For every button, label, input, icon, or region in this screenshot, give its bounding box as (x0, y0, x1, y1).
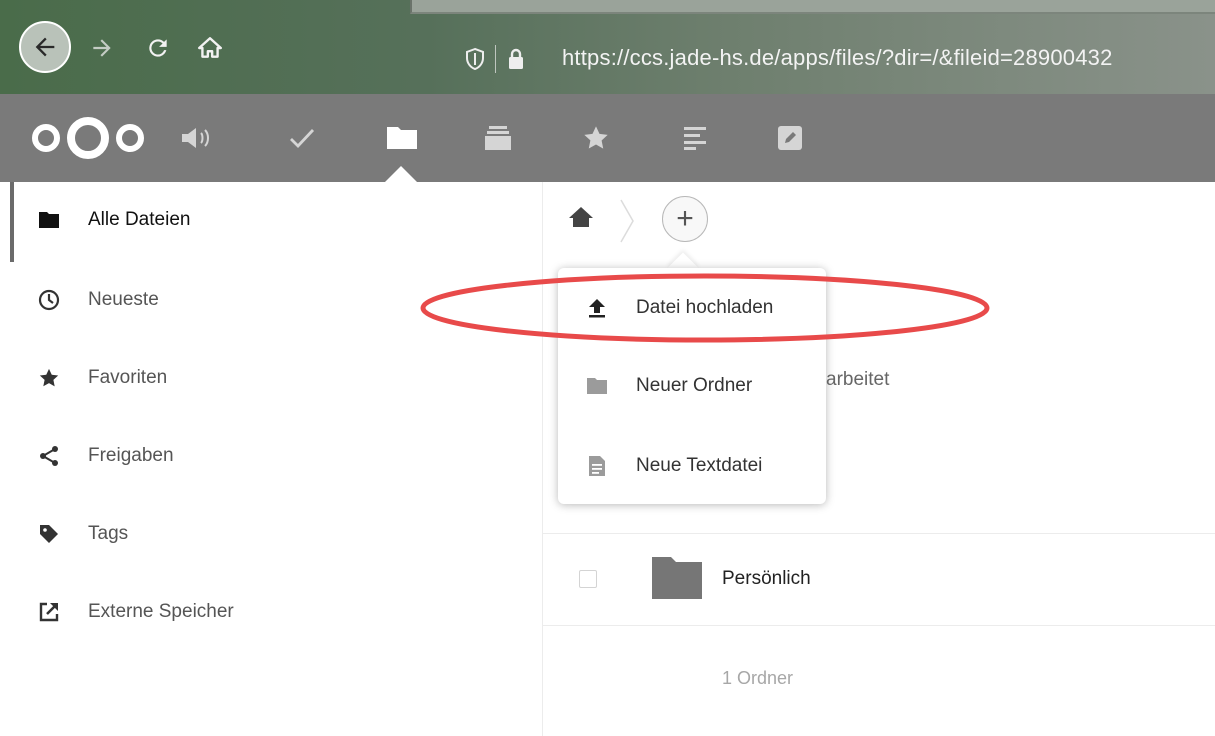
sidebar-item-label: Neueste (88, 289, 159, 310)
url-separator (495, 45, 496, 73)
row-checkbox[interactable] (579, 570, 597, 588)
reload-button[interactable] (138, 27, 178, 69)
sidebar-item-label: Alle Dateien (88, 209, 191, 230)
edit-icon[interactable] (770, 120, 810, 156)
home-icon (569, 207, 593, 227)
table-divider (543, 625, 1215, 626)
text-file-icon (584, 455, 610, 477)
notes-icon[interactable] (676, 120, 716, 156)
tag-icon (34, 523, 64, 545)
background-text: arbeitet (826, 369, 890, 390)
sidebar-item-label: Tags (88, 523, 129, 544)
files-folder-icon[interactable] (382, 120, 422, 156)
folder-icon (34, 211, 64, 229)
sidebar-item-tags[interactable]: Tags (0, 504, 540, 564)
tasks-check-icon[interactable] (282, 120, 322, 156)
url-security-icons (465, 45, 526, 73)
file-name[interactable]: Persönlich (722, 568, 811, 590)
breadcrumb-home-button[interactable] (568, 206, 594, 233)
menu-item-label: Neuer Ordner (636, 375, 753, 396)
lock-icon[interactable] (506, 47, 526, 71)
browser-tab-strip (410, 0, 1215, 14)
menu-item-label: Datei hochladen (636, 297, 774, 318)
browser-toolbar: https://ccs.jade-hs.de/apps/files/?dir=/… (0, 0, 1215, 94)
sidebar-item-external-storage[interactable]: Externe Speicher (0, 582, 540, 642)
menu-item-upload-file[interactable]: Datei hochladen (558, 278, 826, 338)
forward-button[interactable] (82, 27, 122, 69)
new-button[interactable]: + (662, 196, 708, 242)
folder-icon[interactable] (651, 556, 703, 600)
folder-count-summary: 1 Ordner (722, 668, 794, 688)
sidebar-item-label: Externe Speicher (88, 601, 234, 622)
home-icon (197, 37, 223, 58)
sidebar-item-recent[interactable]: Neueste (0, 270, 540, 330)
back-button[interactable] (19, 21, 71, 73)
menu-item-new-text-file[interactable]: Neue Textdatei (558, 436, 826, 496)
active-app-indicator (385, 166, 417, 182)
star-icon (34, 367, 64, 389)
sidebar-item-favorites[interactable]: Favoriten (0, 348, 540, 408)
share-icon (34, 445, 64, 467)
sidebar-item-all-files[interactable]: Alle Dateien (0, 190, 540, 250)
nextcloud-logo[interactable] (28, 116, 148, 160)
table-divider (543, 533, 1215, 534)
shield-icon[interactable] (465, 47, 485, 71)
sidebar-item-shares[interactable]: Freigaben (0, 426, 540, 486)
breadcrumb-separator (620, 199, 634, 243)
menu-item-new-folder[interactable]: Neuer Ordner (558, 356, 826, 416)
app-header (0, 94, 1215, 182)
upload-icon (584, 297, 610, 319)
menu-item-label: Neue Textdatei (636, 455, 763, 476)
folder-icon (584, 377, 610, 395)
favorites-star-icon[interactable] (576, 120, 616, 156)
activity-icon[interactable] (177, 120, 217, 156)
address-bar-url[interactable]: https://ccs.jade-hs.de/apps/files/?dir=/… (562, 45, 1113, 71)
deck-icon[interactable] (478, 120, 518, 156)
new-menu: Datei hochladen Neuer Ordner Neue Textda… (558, 268, 826, 504)
files-sidebar: Alle Dateien Neueste Favoriten Freigaben… (0, 182, 543, 736)
clock-icon (34, 289, 64, 311)
sidebar-item-label: Favoriten (88, 367, 168, 388)
arrow-right-icon (93, 39, 111, 57)
reload-icon (149, 39, 167, 57)
sidebar-item-label: Freigaben (88, 445, 174, 466)
home-button[interactable] (190, 27, 230, 69)
arrow-left-icon (35, 37, 55, 57)
external-storage-icon (34, 601, 64, 623)
